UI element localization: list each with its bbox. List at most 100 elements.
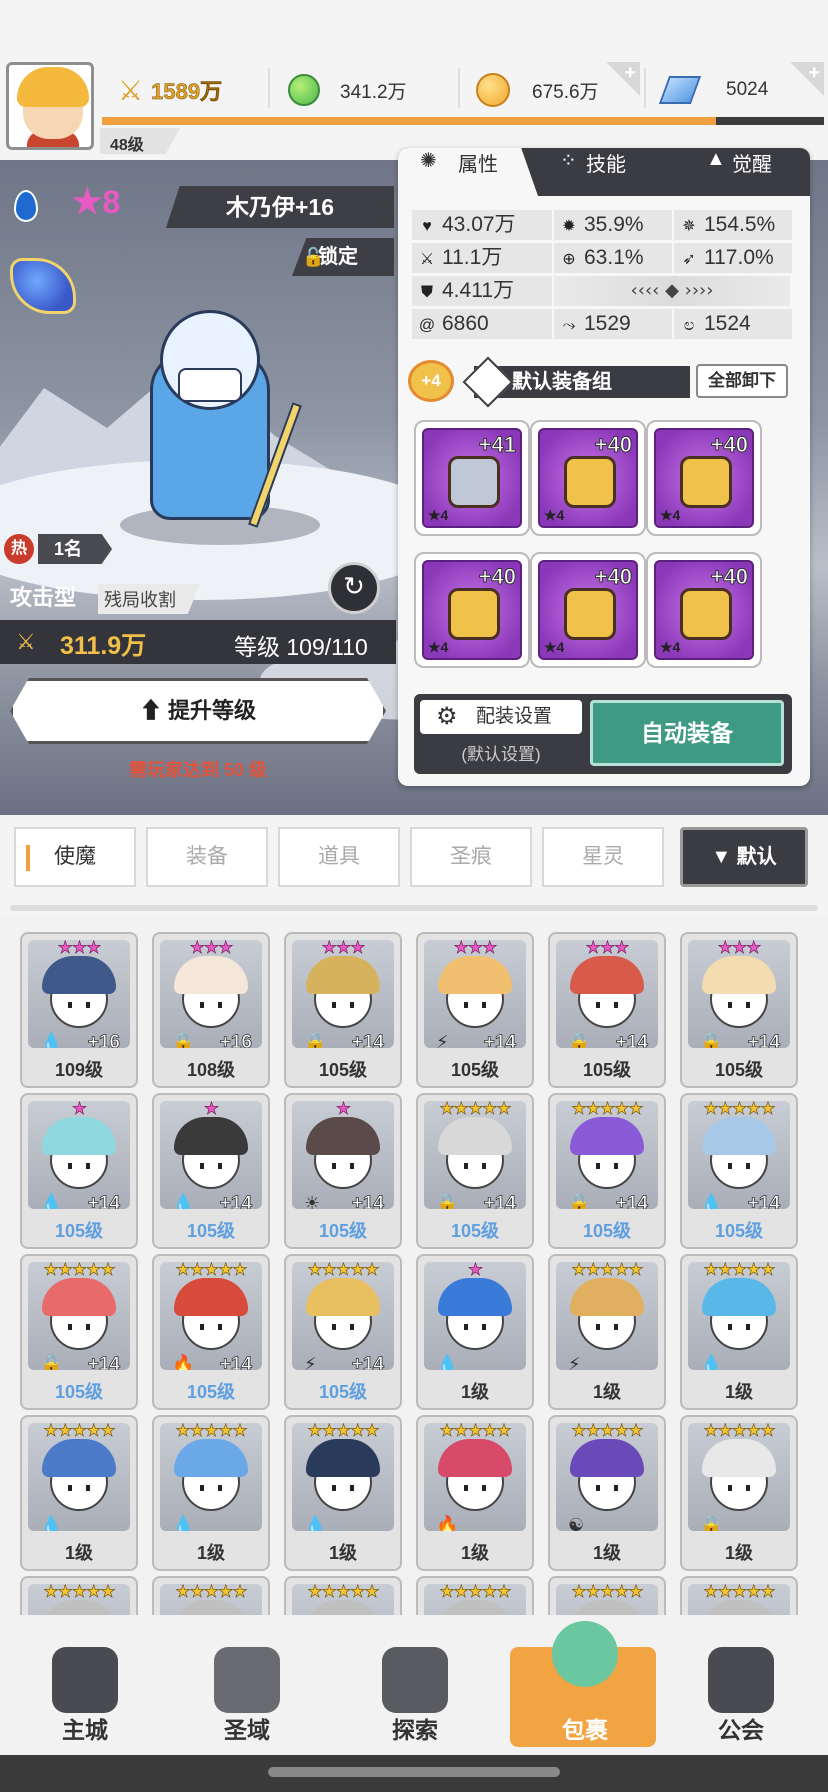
nav-main-city[interactable]: 主城 [10, 1615, 160, 1755]
armor-icon [680, 456, 732, 508]
hero-power: 311.9万 [60, 632, 147, 660]
hero-card[interactable]: ★ 💧 +14 105级 [152, 1093, 270, 1249]
necklace-icon [564, 588, 616, 640]
hero-portrait: ★★★★★ [28, 1584, 130, 1615]
hero-eyes [332, 1324, 354, 1330]
hero-card[interactable]: ★★★★★ 💧 1级 [680, 1254, 798, 1410]
hero-card[interactable]: ★ ☀ +14 105级 [284, 1093, 402, 1249]
burst-icon: ✹ [562, 218, 576, 235]
heart-icon: ♥ [422, 218, 432, 235]
player-avatar[interactable] [6, 62, 94, 150]
element-icon: 🔒 [568, 1193, 591, 1209]
hero-card[interactable]: ★★★★★ 🔒 +14 105级 [548, 1093, 666, 1249]
tab-attributes[interactable]: ✺ 属性 [398, 148, 538, 196]
hero-eyes [728, 1002, 750, 1008]
hero-portrait: ★★★ 💧 +16 [28, 940, 130, 1048]
element-icon: ⚡ [436, 1032, 449, 1048]
hero-card[interactable]: ★★★★★ [416, 1576, 534, 1615]
tab-familiars[interactable]: 使魔 [14, 827, 136, 887]
hero-hair [702, 1600, 776, 1615]
crossed-swords-icon: ⚔ [16, 630, 36, 655]
hero-stars: ★ [467, 1262, 484, 1280]
stat-s3: ಲ 1524 [674, 309, 792, 339]
hero-card[interactable]: ★★★★★ 🔥 +14 105级 [152, 1254, 270, 1410]
tab-skills[interactable]: ⁘ 技能 [558, 148, 678, 196]
hero-card[interactable]: ★★★ 🔒 +14 105级 [548, 932, 666, 1088]
water-element-icon [14, 190, 38, 222]
hero-card[interactable]: ★★★★★ 💧 1级 [20, 1415, 138, 1571]
hero-power-row: ⚔ 311.9万 等级 109/110 [0, 620, 396, 664]
equipment-slot[interactable]: +40 ★4 [530, 552, 646, 668]
upgrade-level-button[interactable]: ⬆ 提升等级 [10, 678, 386, 744]
stat-divider[interactable]: ‹‹‹‹ ◆ ›››› [554, 276, 790, 306]
hero-level: 105级 [450, 1221, 500, 1241]
hero-card[interactable]: ★★★ ⚡ +14 105级 [416, 932, 534, 1088]
hero-eyes [464, 1002, 486, 1008]
nav-inventory[interactable]: 包裹 [510, 1621, 656, 1747]
nav-label: 主城 [62, 1717, 108, 1743]
add-crystal-button[interactable]: + [790, 62, 824, 96]
star-burst-icon: ✵ [682, 218, 696, 235]
unequip-all-button[interactable]: 全部卸下 [696, 364, 788, 398]
hero-card[interactable]: ★★★ 🔒 +14 105级 [284, 932, 402, 1088]
hero-level: 1级 [592, 1382, 621, 1402]
hero-eyes [332, 1163, 354, 1169]
hero-skill-orb-icon[interactable] [10, 258, 76, 314]
hero-eyes [200, 1324, 222, 1330]
hero-stars: ★★★★★ [571, 1423, 644, 1441]
hero-card[interactable]: ★★★★★ [680, 1576, 798, 1615]
nav-sanctuary[interactable]: 圣域 [172, 1615, 322, 1755]
hero-stars: ★★★★★ [439, 1584, 512, 1602]
equipment-slot[interactable]: +40 ★4 [530, 420, 646, 536]
tab-items[interactable]: 道具 [278, 827, 400, 887]
hero-card[interactable]: ★★★★★ ⚡ 1级 [548, 1254, 666, 1410]
hero-card[interactable]: ★ 💧 +14 105级 [20, 1093, 138, 1249]
loadout-settings-label: 配装设置 [476, 706, 553, 727]
hero-level: 1级 [196, 1543, 225, 1563]
nav-explore[interactable]: 探索 [340, 1615, 490, 1755]
equipment-slot[interactable]: +40 ★4 [414, 552, 530, 668]
tab-stigmata[interactable]: 圣痕 [410, 827, 532, 887]
hero-card[interactable]: ★ 💧 1级 [416, 1254, 534, 1410]
lock-button[interactable]: 🔓 锁定 [292, 238, 394, 276]
tab-awaken[interactable]: ▲ 觉醒 [704, 148, 804, 196]
stat-s2: ⤳ 1529 [554, 309, 672, 339]
nav-guild[interactable]: 公会 [666, 1615, 816, 1755]
hero-card[interactable]: ★★★★★ 🔥 1级 [416, 1415, 534, 1571]
hero-card[interactable]: ★★★★★ 🔒 1级 [680, 1415, 798, 1571]
avatar-hair [17, 67, 89, 107]
loadout-settings-button[interactable]: ⚙ 配装设置 [420, 700, 582, 734]
equipment-frame: +40 ★4 [654, 428, 754, 528]
hero-card[interactable]: ★★★★★ 🔒 +14 105级 [416, 1093, 534, 1249]
tab-star-spirits[interactable]: 星灵 [542, 827, 664, 887]
equipment-set-row: 默认装备组 +4 全部卸下 [408, 356, 800, 408]
auto-equip-button[interactable]: 自动装备 [590, 700, 784, 766]
equipment-slot[interactable]: +41 ★4 [414, 420, 530, 536]
equipment-slot[interactable]: +40 ★4 [646, 420, 762, 536]
hero-card[interactable]: ★★★★★ [20, 1576, 138, 1615]
equipment-slot[interactable]: +40 ★4 [646, 552, 762, 668]
equipment-frame: +40 ★4 [538, 560, 638, 660]
hero-stars: ★★★★★ [307, 1262, 380, 1280]
hero-card[interactable]: ★★★★★ 💧 1级 [152, 1415, 270, 1571]
hero-card[interactable]: ★★★★★ [284, 1576, 402, 1615]
hero-card[interactable]: ★★★★★ [548, 1576, 666, 1615]
switch-view-button[interactable]: ↻ [328, 562, 380, 614]
hero-card[interactable]: ★★★ 🔒 +14 105级 [680, 932, 798, 1088]
hero-card[interactable]: ★★★★★ [152, 1576, 270, 1615]
hero-level: 105级 [318, 1060, 368, 1080]
sort-dropdown[interactable]: ▼ 默认 [680, 827, 808, 887]
hero-hair [306, 1439, 380, 1477]
hero-card[interactable]: ★★★ 🔒 +16 108级 [152, 932, 270, 1088]
hero-card[interactable]: ★★★★★ ⚡ +14 105级 [284, 1254, 402, 1410]
tab-equipment[interactable]: 装备 [146, 827, 268, 887]
home-indicator[interactable] [268, 1767, 560, 1777]
add-gold-button[interactable]: + [606, 62, 640, 96]
hero-card[interactable]: ★★★★★ ☯ 1级 [548, 1415, 666, 1571]
hero-card[interactable]: ★★★★★ 🔒 +14 105级 [20, 1254, 138, 1410]
swap-arrows-icon[interactable] [462, 356, 514, 408]
hero-card[interactable]: ★★★★★ 💧 1级 [284, 1415, 402, 1571]
hero-card[interactable]: ★★★★★ 💧 +14 105级 [680, 1093, 798, 1249]
bag-icon [552, 1621, 618, 1687]
hero-card[interactable]: ★★★ 💧 +16 109级 [20, 932, 138, 1088]
